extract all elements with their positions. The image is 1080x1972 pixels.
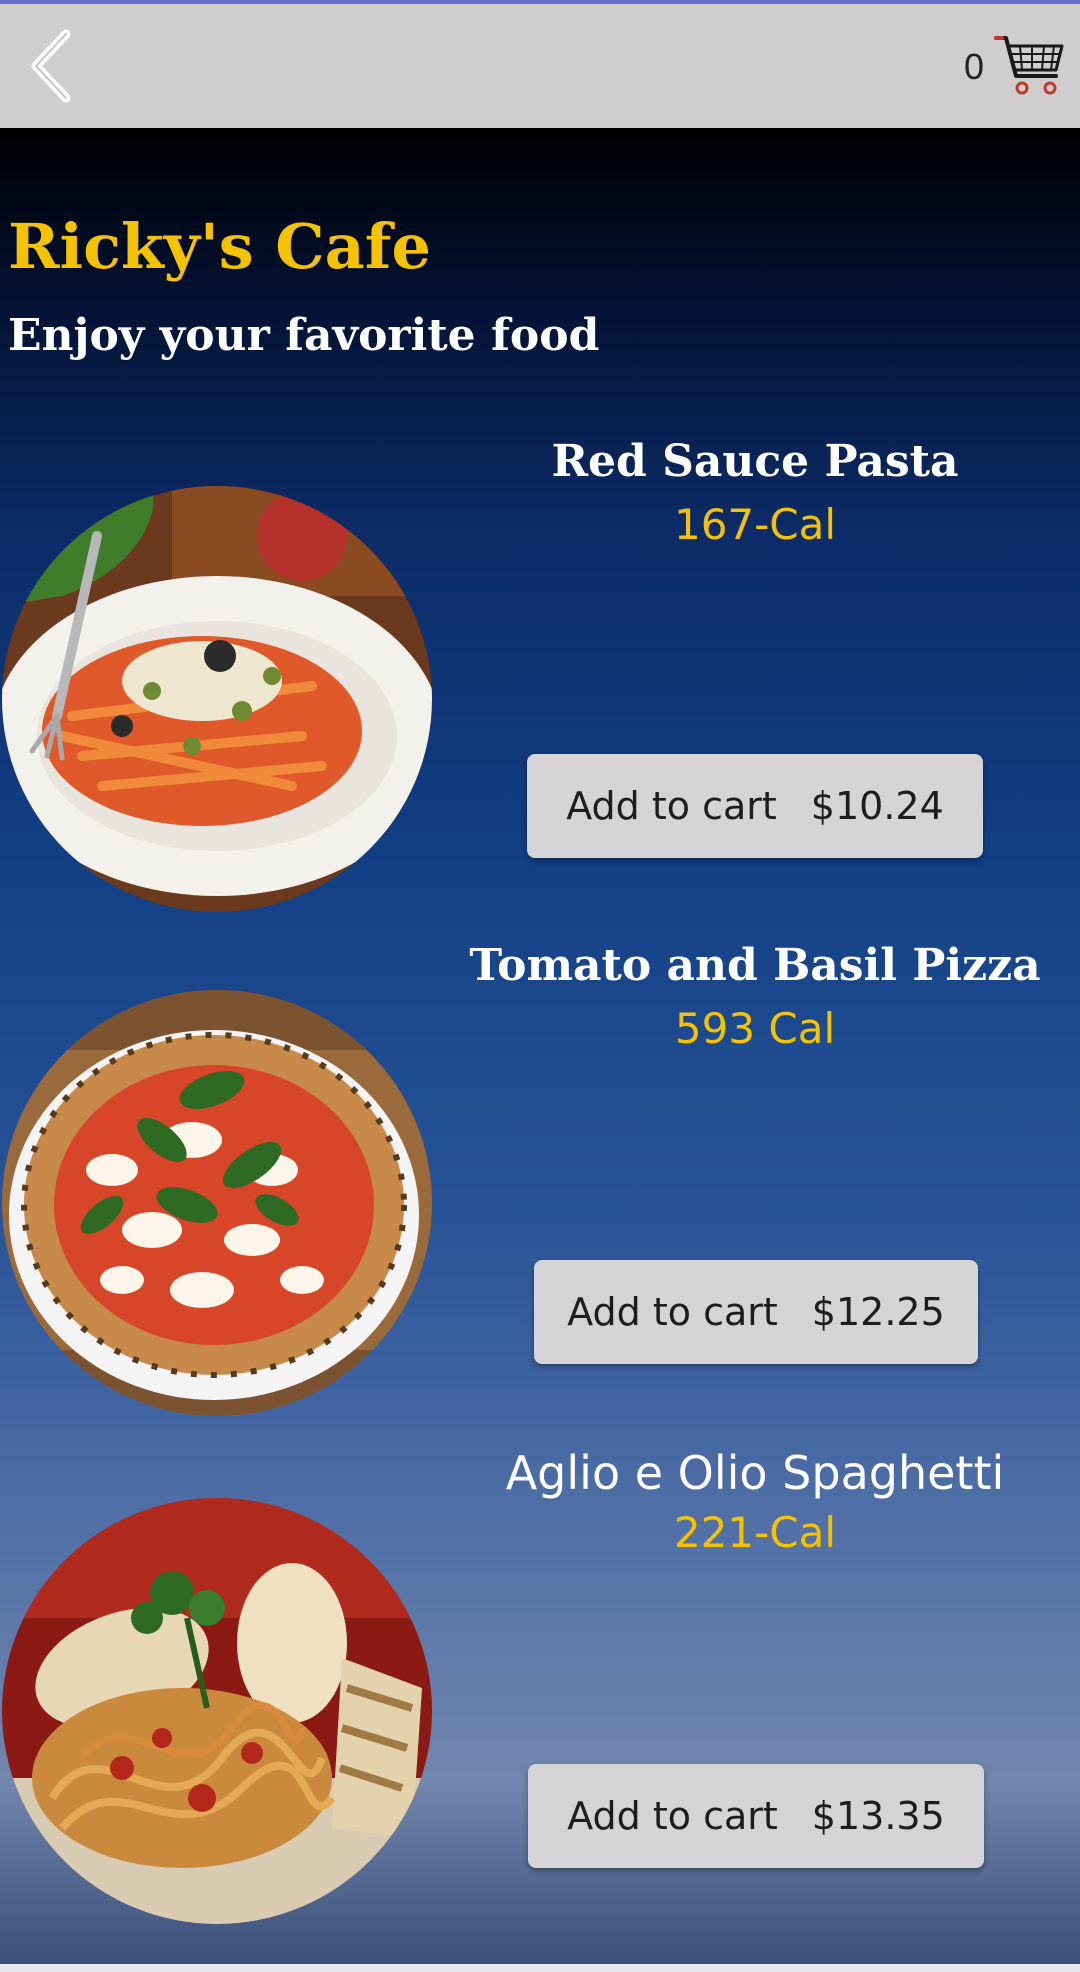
dish-name: Tomato and Basil Pizza bbox=[469, 940, 1041, 991]
add-to-cart-button-red-sauce-pasta[interactable]: Add to cart $10.24 bbox=[527, 754, 983, 858]
cart-count: 0 bbox=[963, 46, 984, 87]
add-to-cart-button-aglio-olio-spaghetti[interactable]: Add to cart $13.35 bbox=[528, 1764, 984, 1868]
dish-calories: 593 Cal bbox=[674, 1004, 836, 1053]
dish-photo-tomato-basil-pizza bbox=[2, 990, 432, 1416]
add-to-cart-button-tomato-basil-pizza[interactable]: Add to cart $12.25 bbox=[534, 1260, 978, 1364]
add-to-cart-label: Add to cart bbox=[567, 1290, 778, 1334]
restaurant-tagline: Enjoy your favorite food bbox=[8, 310, 600, 361]
dish-calories: 221-Cal bbox=[673, 1508, 837, 1557]
dish-calories: 167-Cal bbox=[673, 500, 837, 549]
bottom-strip bbox=[0, 1964, 1080, 1972]
menu-screen: Ricky's Cafe Enjoy your favorite food Re… bbox=[0, 128, 1080, 1964]
cart-button[interactable] bbox=[994, 32, 1066, 102]
dish-name: Aglio e Olio Spaghetti bbox=[505, 1446, 1005, 1500]
add-to-cart-label: Add to cart bbox=[567, 1794, 778, 1838]
shopping-cart-icon bbox=[994, 36, 1064, 95]
chevron-left-icon bbox=[31, 29, 71, 103]
back-button[interactable] bbox=[22, 26, 86, 106]
dish-photo-red-sauce-pasta bbox=[2, 486, 432, 912]
restaurant-name: Ricky's Cafe bbox=[8, 210, 431, 283]
top-app-bar: 0 bbox=[0, 4, 1080, 128]
add-to-cart-label: Add to cart bbox=[566, 784, 777, 828]
dish-price: $12.25 bbox=[811, 1290, 945, 1334]
dish-price: $10.24 bbox=[810, 784, 944, 828]
dish-price: $13.35 bbox=[811, 1794, 945, 1838]
dish-name: Red Sauce Pasta bbox=[551, 436, 959, 487]
dish-photo-aglio-olio-spaghetti bbox=[2, 1498, 432, 1924]
